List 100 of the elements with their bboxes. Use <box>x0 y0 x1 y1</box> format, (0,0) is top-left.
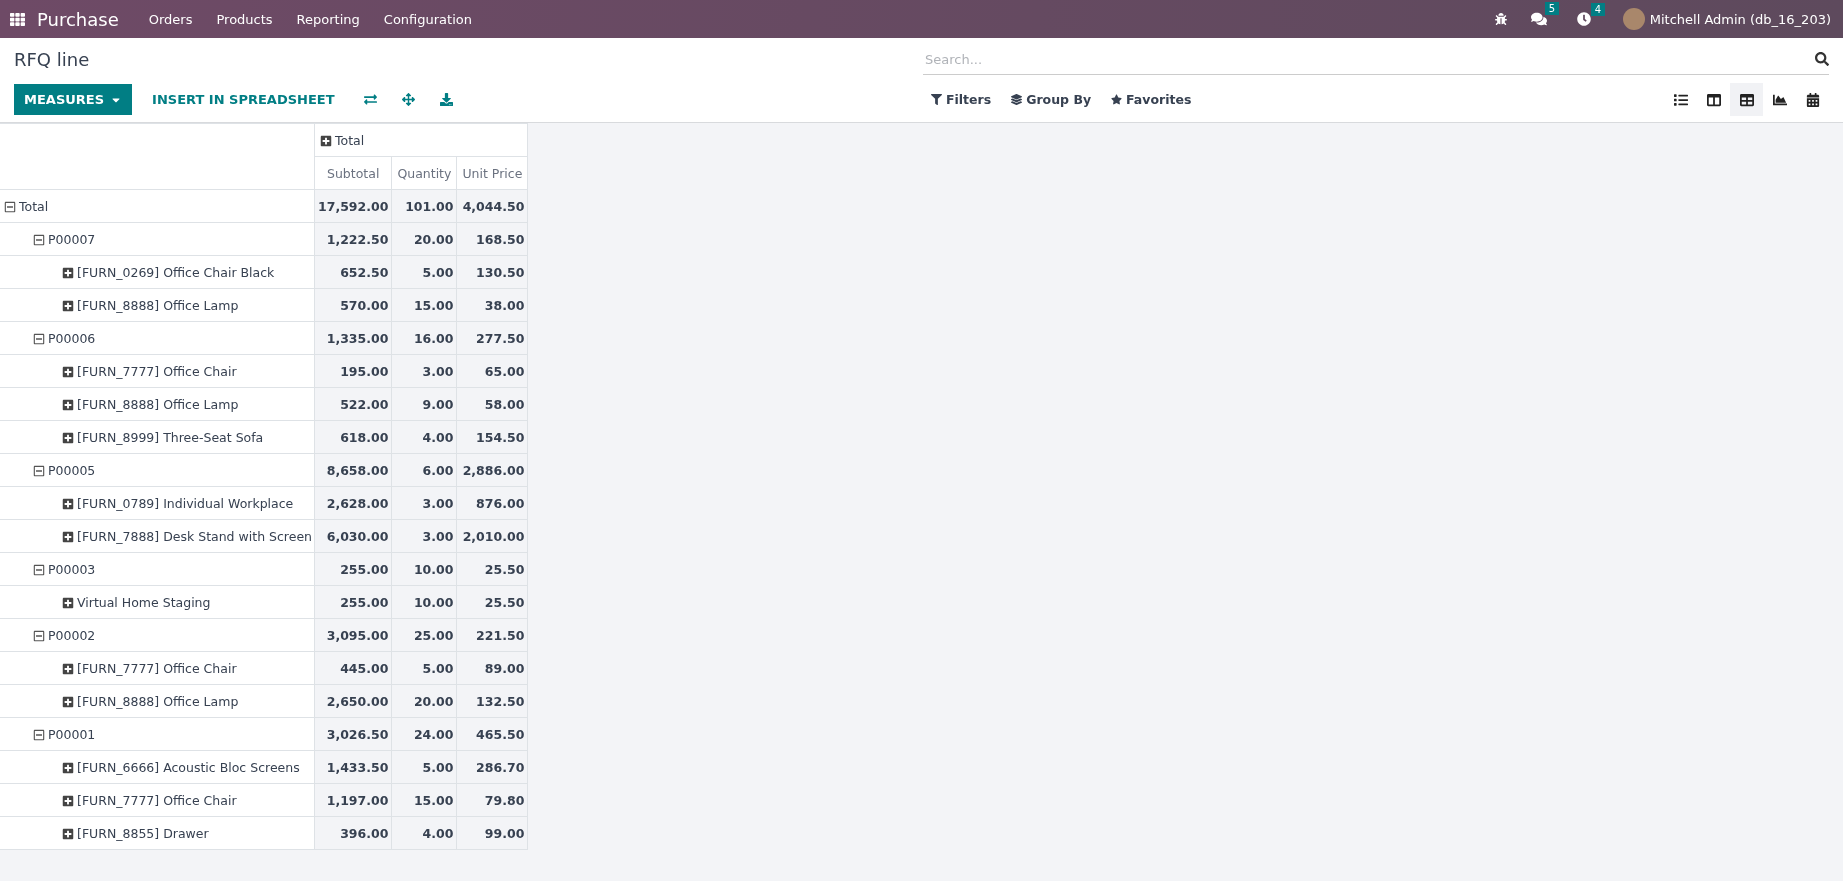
value-cell: 3,026.50 <box>314 717 392 751</box>
value-cell: 277.50 <box>456 321 528 355</box>
value-cell: 5.00 <box>391 255 457 289</box>
value-cell: 168.50 <box>456 222 528 256</box>
insert-in-spreadsheet-button[interactable]: INSERT IN SPREADSHEET <box>138 84 349 115</box>
filter-menu-button[interactable]: Filters <box>923 84 1000 115</box>
search-icon[interactable] <box>1815 52 1829 66</box>
list-icon <box>1673 92 1688 107</box>
value-cell: 570.00 <box>314 288 392 322</box>
graph-icon <box>1772 92 1787 107</box>
row-header[interactable]: Total <box>0 189 315 223</box>
kanban-icon <box>1706 92 1721 107</box>
value-cell: 130.50 <box>456 255 528 289</box>
row-header[interactable]: [FURN_8888] Office Lamp <box>0 387 315 421</box>
value-cell: 4.00 <box>391 816 457 850</box>
row-header[interactable]: P00006 <box>0 321 315 355</box>
bug-icon[interactable] <box>1494 13 1507 25</box>
measure-header[interactable]: Subtotal <box>314 156 392 190</box>
row-header[interactable]: [FURN_0789] Individual Workplace <box>0 486 315 520</box>
download-icon <box>440 93 454 106</box>
chat-icon[interactable] <box>1530 11 1547 27</box>
value-cell: 195.00 <box>314 354 392 388</box>
user-name[interactable]: Mitchell Admin (db_16_203) <box>1649 11 1831 27</box>
row-header[interactable]: P00003 <box>0 552 315 586</box>
collapse-icon <box>4 200 16 213</box>
measure-header[interactable]: Unit Price <box>456 156 528 190</box>
value-cell: 1,335.00 <box>314 321 392 355</box>
row-header[interactable]: P00002 <box>0 618 315 652</box>
row-header[interactable]: [FURN_6666] Acoustic Bloc Screens <box>0 750 315 784</box>
row-header[interactable]: P00001 <box>0 717 315 751</box>
collapse-icon <box>33 728 45 741</box>
measure-header[interactable]: Quantity <box>391 156 457 190</box>
value-cell: 522.00 <box>314 387 392 421</box>
value-cell: 255.00 <box>314 552 392 586</box>
value-cell: 58.00 <box>456 387 528 421</box>
collapse-icon <box>33 233 45 246</box>
collapse-icon <box>33 629 45 642</box>
value-cell: 38.00 <box>456 288 528 322</box>
expand-icon <box>62 365 74 378</box>
app-name[interactable]: Purchase <box>37 8 119 30</box>
value-cell: 2,886.00 <box>456 453 528 487</box>
value-cell: 3,095.00 <box>314 618 392 652</box>
apps-menu-icon[interactable] <box>10 11 25 27</box>
pivot-view-button[interactable] <box>1730 83 1763 116</box>
value-cell: 652.50 <box>314 255 392 289</box>
value-cell: 445.00 <box>314 651 392 685</box>
row-header[interactable]: [FURN_8855] Drawer <box>0 816 315 850</box>
value-cell: 10.00 <box>391 552 457 586</box>
row-header[interactable]: [FURN_7777] Office Chair <box>0 651 315 685</box>
menu-item[interactable]: Orders <box>136 11 205 27</box>
row-header[interactable]: [FURN_7777] Office Chair <box>0 354 315 388</box>
value-cell: 132.50 <box>456 684 528 718</box>
row-header[interactable]: Virtual Home Staging <box>0 585 315 619</box>
page-title: RFQ line <box>14 49 91 70</box>
menu-item[interactable]: Products <box>204 11 285 27</box>
value-cell: 5.00 <box>391 750 457 784</box>
value-cell: 9.00 <box>391 387 457 421</box>
value-cell: 8,658.00 <box>314 453 392 487</box>
row-header[interactable]: [FURN_7888] Desk Stand with Screen <box>0 519 315 553</box>
menu-item[interactable]: Reporting <box>284 11 372 27</box>
collapse-icon <box>33 563 45 576</box>
value-cell: 465.50 <box>456 717 528 751</box>
row-header[interactable]: [FURN_8888] Office Lamp <box>0 684 315 718</box>
value-cell: 5.00 <box>391 651 457 685</box>
row-header[interactable]: [FURN_8888] Office Lamp <box>0 288 315 322</box>
value-cell: 6.00 <box>391 453 457 487</box>
value-cell: 24.00 <box>391 717 457 751</box>
calendar-icon <box>1805 92 1820 107</box>
filter-menu-button[interactable]: Favorites <box>1103 84 1200 115</box>
expand-icon <box>62 596 74 609</box>
value-cell: 1,222.50 <box>314 222 392 256</box>
row-header[interactable]: [FURN_0269] Office Chair Black <box>0 255 315 289</box>
expand-icon <box>62 761 74 774</box>
clock-icon[interactable] <box>1576 12 1591 26</box>
row-header[interactable]: P00007 <box>0 222 315 256</box>
filter-menu-button[interactable]: Group By <box>1003 84 1100 115</box>
column-header[interactable]: Total <box>314 123 528 157</box>
value-cell: 16.00 <box>391 321 457 355</box>
measures-button[interactable]: MEASURES <box>14 84 133 115</box>
value-cell: 79.80 <box>456 783 528 817</box>
value-cell: 101.00 <box>391 189 457 223</box>
value-cell: 396.00 <box>314 816 392 850</box>
row-header[interactable]: [FURN_8999] Three-Seat Sofa <box>0 420 315 454</box>
value-cell: 4.00 <box>391 420 457 454</box>
search-field[interactable]: Search... <box>923 51 1815 67</box>
expand-icon <box>62 794 74 807</box>
expand-icon <box>62 266 74 279</box>
value-cell: 2,650.00 <box>314 684 392 718</box>
value-cell: 15.00 <box>391 288 457 322</box>
value-cell: 876.00 <box>456 486 528 520</box>
value-cell: 10.00 <box>391 585 457 619</box>
collapse-icon <box>33 464 45 477</box>
value-cell: 89.00 <box>456 651 528 685</box>
menu-item[interactable]: Configuration <box>371 11 484 27</box>
row-header[interactable]: [FURN_7777] Office Chair <box>0 783 315 817</box>
expand-icon <box>320 134 332 147</box>
row-header[interactable]: P00005 <box>0 453 315 487</box>
value-cell: 17,592.00 <box>314 189 392 223</box>
value-cell: 3.00 <box>391 354 457 388</box>
value-cell: 65.00 <box>456 354 528 388</box>
